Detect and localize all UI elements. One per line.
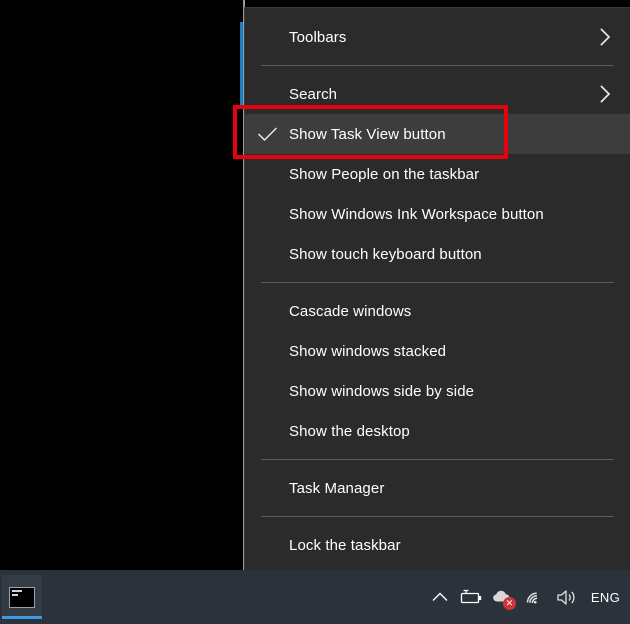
error-badge: ✕ [502, 597, 516, 610]
menu-separator [261, 459, 614, 460]
taskbar-context-menu[interactable]: Toolbars Search Show Task View button Sh… [245, 8, 630, 594]
menu-item-label: Show windows side by side [289, 382, 475, 400]
chevron-right-icon [592, 28, 618, 46]
menu-separator [261, 516, 614, 517]
menu-item-label: Show People on the taskbar [289, 165, 480, 183]
menu-item-show-windows-stacked[interactable]: Show windows stacked [245, 331, 630, 371]
taskbar-pinned-apps[interactable] [0, 570, 42, 624]
menu-separator [261, 282, 614, 283]
menu-item-lock-the-taskbar[interactable]: Lock the taskbar [245, 525, 630, 565]
show-hidden-icons-button[interactable] [425, 570, 455, 624]
menu-item-label: Lock the taskbar [289, 536, 401, 554]
menu-item-label: Show the desktop [289, 422, 410, 440]
menu-item-label: Show Task View button [289, 125, 446, 143]
desktop-top-right-fill [600, 0, 630, 8]
menu-item-label: Show touch keyboard button [289, 245, 482, 263]
menu-item-show-windows-side-by-side[interactable]: Show windows side by side [245, 371, 630, 411]
menu-item-label: Show windows stacked [289, 342, 447, 360]
speaker-icon [557, 589, 575, 605]
desktop-background: Toolbars Search Show Task View button Sh… [0, 0, 630, 624]
system-tray[interactable]: ✕ ENG [425, 570, 630, 624]
wifi-icon [526, 592, 538, 603]
chevron-up-icon [432, 592, 448, 601]
menu-item-label: Toolbars [289, 28, 347, 46]
menu-separator [261, 65, 614, 66]
language-label: ENG [590, 589, 620, 605]
menu-item-show-task-view-button[interactable]: Show Task View button [245, 114, 630, 154]
active-app-indicator [2, 616, 42, 619]
menu-item-show-the-desktop[interactable]: Show the desktop [245, 411, 630, 451]
onedrive-status-button[interactable]: ✕ [487, 570, 519, 624]
battery-icon [460, 589, 482, 604]
menu-item-toolbars[interactable]: Toolbars [245, 17, 630, 57]
menu-item-label: Show Windows Ink Workspace button [289, 205, 544, 223]
check-icon [245, 126, 289, 142]
menu-item-show-windows-ink-workspace-button[interactable]: Show Windows Ink Workspace button [245, 194, 630, 234]
console-icon [9, 586, 35, 608]
taskbar-app-console[interactable] [2, 575, 42, 619]
menu-item-label: Cascade windows [289, 302, 412, 320]
battery-status-button[interactable] [455, 570, 487, 624]
network-status-button[interactable] [519, 570, 551, 624]
menu-item-cascade-windows[interactable]: Cascade windows [245, 291, 630, 331]
volume-button[interactable] [551, 570, 585, 624]
menu-item-label: Task Manager [289, 479, 385, 497]
language-indicator[interactable]: ENG [585, 570, 628, 624]
menu-item-show-people-on-the-taskbar[interactable]: Show People on the taskbar [245, 154, 630, 194]
menu-item-label: Search [289, 85, 338, 103]
chevron-right-icon [592, 85, 618, 103]
menu-item-search[interactable]: Search [245, 74, 630, 114]
background-app-window [0, 0, 243, 570]
menu-item-show-touch-keyboard-button[interactable]: Show touch keyboard button [245, 234, 630, 274]
menu-item-task-manager[interactable]: Task Manager [245, 468, 630, 508]
taskbar[interactable]: ✕ ENG [0, 570, 630, 624]
